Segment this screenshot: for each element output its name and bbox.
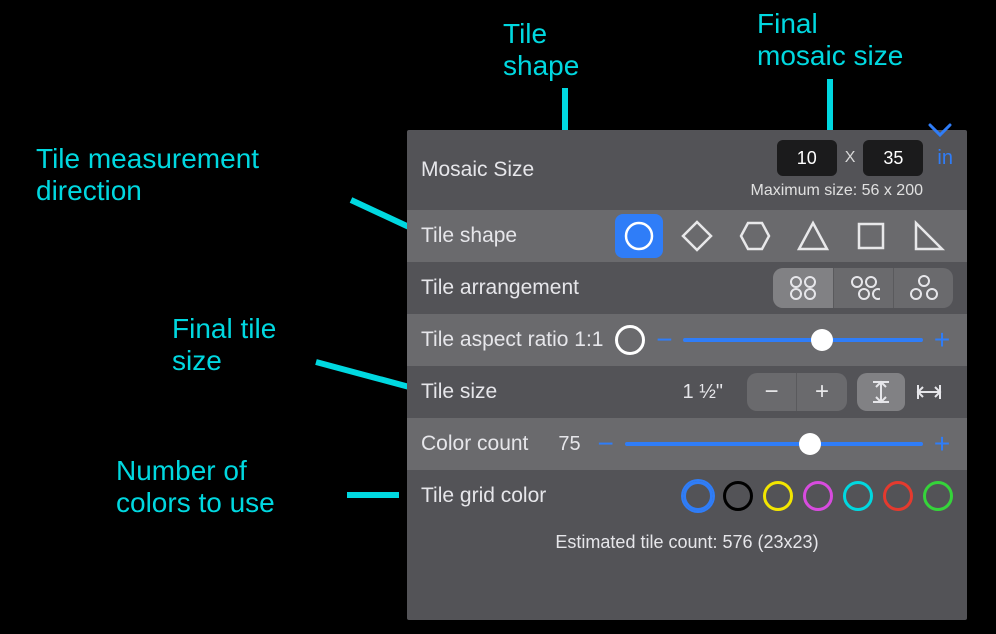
- mosaic-max-size-label: Maximum size: 56 x 200: [750, 182, 923, 200]
- collapse-chevron-icon[interactable]: [927, 122, 953, 146]
- direction-vertical-icon[interactable]: [857, 373, 905, 411]
- mosaic-x-label: X: [845, 149, 856, 167]
- aspect-plus-icon[interactable]: +: [931, 324, 953, 356]
- row-color-count: Color count 75 − +: [407, 418, 967, 470]
- row-tile-arrangement: Tile arrangement: [407, 262, 967, 314]
- shape-triangle-icon[interactable]: [789, 214, 837, 258]
- aspect-ratio-preset-icon[interactable]: [615, 325, 645, 355]
- grid-color-black[interactable]: [723, 481, 753, 511]
- color-count-minus-icon[interactable]: −: [595, 428, 617, 460]
- shape-hexagon-icon[interactable]: [731, 214, 779, 258]
- grid-color-cyan[interactable]: [843, 481, 873, 511]
- aspect-ratio-label: Tile aspect ratio 1:1: [421, 328, 603, 352]
- row-mosaic-size: Mosaic Size X in Maximum size: 56 x 200: [407, 130, 967, 210]
- aspect-ratio-slider[interactable]: [683, 338, 923, 342]
- grid-color-magenta[interactable]: [803, 481, 833, 511]
- grid-color-blue[interactable]: [683, 481, 713, 511]
- callout-num-colors: Number of colors to use: [116, 455, 275, 519]
- callout-measure-direction: Tile measurement direction: [36, 143, 259, 207]
- color-count-label: Color count: [421, 432, 528, 456]
- arrangement-hex-icon[interactable]: [893, 268, 953, 308]
- tile-shape-label: Tile shape: [421, 224, 517, 248]
- grid-color-green[interactable]: [923, 481, 953, 511]
- mosaic-height-input[interactable]: [863, 140, 923, 176]
- mosaic-size-label: Mosaic Size: [421, 158, 534, 182]
- row-tile-grid-color: Tile grid color: [407, 470, 967, 522]
- color-count-plus-icon[interactable]: +: [931, 428, 953, 460]
- row-aspect-ratio: Tile aspect ratio 1:1 − +: [407, 314, 967, 366]
- leader-line: [827, 79, 833, 137]
- callout-final-mosaic-size: Final mosaic size: [757, 8, 903, 72]
- shape-diamond-icon[interactable]: [673, 214, 721, 258]
- mosaic-settings-panel: Mosaic Size X in Maximum size: 56 x 200 …: [407, 130, 967, 620]
- grid-color-yellow[interactable]: [763, 481, 793, 511]
- arrangement-grid-icon[interactable]: [773, 268, 833, 308]
- aspect-ratio-thumb[interactable]: [811, 329, 833, 351]
- color-count-value: 75: [558, 433, 580, 456]
- callout-final-tile-size: Final tile size: [172, 313, 276, 377]
- tile-arrangement-group: [773, 268, 953, 308]
- tile-grid-color-label: Tile grid color: [421, 484, 546, 508]
- arrangement-offset-icon[interactable]: [833, 268, 893, 308]
- tile-size-value: 1 ½": [683, 381, 723, 404]
- leader-line: [562, 88, 568, 136]
- shape-right-triangle-icon[interactable]: [905, 214, 953, 258]
- row-tile-size: Tile size 1 ½" − +: [407, 366, 967, 418]
- leader-line: [347, 492, 399, 498]
- tile-size-stepper: − +: [747, 373, 847, 411]
- tile-size-plus-button[interactable]: +: [797, 373, 847, 411]
- shape-circle-icon[interactable]: [615, 214, 663, 258]
- tile-size-label: Tile size: [421, 380, 497, 404]
- tile-shape-picker: [615, 214, 953, 258]
- mosaic-width-input[interactable]: [777, 140, 837, 176]
- estimated-tile-count: Estimated tile count: 576 (23x23): [407, 522, 967, 567]
- color-count-thumb[interactable]: [799, 433, 821, 455]
- callout-tile-shape: Tile shape: [503, 18, 579, 82]
- mosaic-unit-toggle[interactable]: in: [937, 147, 953, 170]
- grid-color-red[interactable]: [883, 481, 913, 511]
- tile-arrangement-label: Tile arrangement: [421, 276, 579, 300]
- shape-square-icon[interactable]: [847, 214, 895, 258]
- tile-size-minus-button[interactable]: −: [747, 373, 797, 411]
- direction-horizontal-icon[interactable]: [905, 373, 953, 411]
- row-tile-shape: Tile shape: [407, 210, 967, 262]
- tile-measure-direction-group: [857, 373, 953, 411]
- aspect-minus-icon[interactable]: −: [653, 324, 675, 356]
- color-count-slider[interactable]: [625, 442, 923, 446]
- grid-color-picker: [683, 481, 953, 511]
